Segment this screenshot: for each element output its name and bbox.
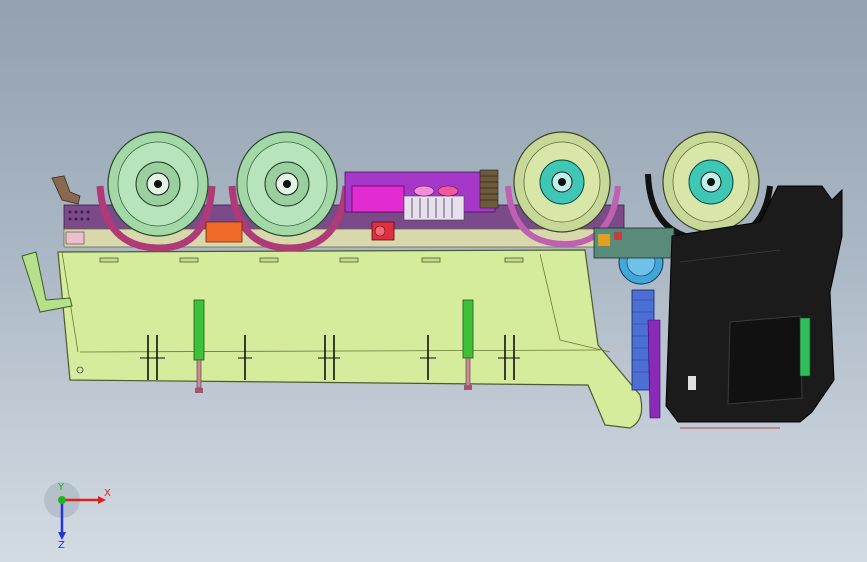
y-axis-dot [58,496,66,504]
tire-rear-2[interactable] [236,131,338,237]
tire-rear-1[interactable] [107,131,209,237]
tire-front-1[interactable] [513,131,611,233]
tire-front-2[interactable] [662,131,760,233]
z-axis-label: Z [58,540,65,550]
truck-model[interactable] [0,0,867,562]
coordinate-triad[interactable]: X Y Z [40,480,120,550]
valve-block[interactable] [371,221,395,241]
y-axis-label: Y [57,482,65,493]
x-axis-label: X [104,488,111,499]
air-tank-orange[interactable] [205,221,243,243]
z-axis-head [58,532,66,540]
dump-body[interactable] [57,249,643,429]
graphics-viewport[interactable]: X Y Z [0,0,867,562]
